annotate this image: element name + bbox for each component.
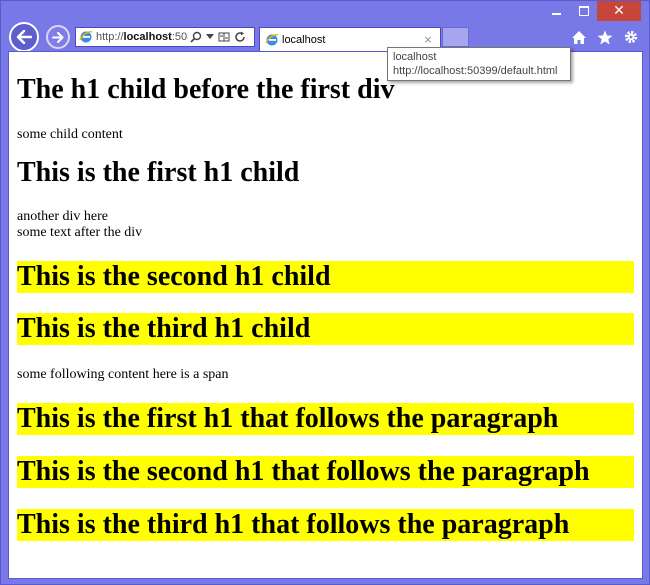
heading-first-follows: This is the first h1 that follows the pa…: [17, 403, 634, 435]
tab-close-icon[interactable]: ×: [421, 33, 435, 46]
back-button[interactable]: [9, 22, 39, 52]
home-icon[interactable]: [571, 30, 587, 45]
new-tab-button[interactable]: [442, 27, 469, 47]
forward-button[interactable]: [46, 25, 70, 49]
window-caption-buttons: ✕: [543, 1, 641, 23]
tab-title: localhost: [282, 33, 326, 46]
star-icon[interactable]: [597, 30, 613, 45]
address-bar[interactable]: http://localhost:503: [75, 27, 255, 47]
child-content-text: some child content: [17, 127, 123, 142]
dropdown-arrow-icon[interactable]: [206, 34, 214, 40]
heading-second-follows: This is the second h1 that follows the p…: [17, 456, 634, 488]
maximize-button[interactable]: [570, 1, 597, 21]
browser-tools: [571, 29, 639, 45]
back-arrow-icon: [16, 30, 32, 44]
close-window-button[interactable]: ✕: [597, 1, 641, 21]
tooltip-title: localhost: [393, 51, 437, 63]
browser-window: ✕ http://localhost:503: [0, 0, 650, 585]
url-rest: :503: [171, 31, 188, 43]
search-icon[interactable]: [190, 31, 202, 43]
minimize-button[interactable]: [543, 1, 570, 21]
heading-second-h1-child: This is the second h1 child: [17, 261, 634, 293]
heading-first-h1-child: This is the first h1 child: [17, 157, 300, 188]
url-host: localhost: [123, 31, 172, 43]
forward-arrow-icon: [52, 31, 64, 43]
heading-third-h1-child: This is the third h1 child: [17, 313, 634, 345]
text-after-div: some text after the div: [17, 225, 143, 240]
compatibility-view-icon[interactable]: [218, 31, 230, 43]
following-content-text: some following content here is a span: [17, 367, 229, 382]
page-viewport[interactable]: The h1 child before the first div some c…: [8, 51, 643, 579]
address-url[interactable]: http://localhost:503: [96, 31, 188, 43]
heading-third-follows: This is the third h1 that follows the pa…: [17, 509, 634, 541]
tab-tooltip: localhost http://localhost:50399/default…: [387, 47, 571, 81]
another-div-text: another div here: [17, 209, 108, 224]
ie-tab-icon: [265, 33, 279, 45]
url-prefix: http://: [96, 31, 124, 43]
tooltip-url: http://localhost:50399/default.html: [393, 65, 558, 77]
address-tools: [190, 31, 246, 43]
ie-page-icon: [79, 31, 93, 43]
page-content: The h1 child before the first div some c…: [9, 74, 642, 541]
gear-icon[interactable]: [623, 29, 639, 45]
refresh-icon[interactable]: [234, 31, 246, 43]
